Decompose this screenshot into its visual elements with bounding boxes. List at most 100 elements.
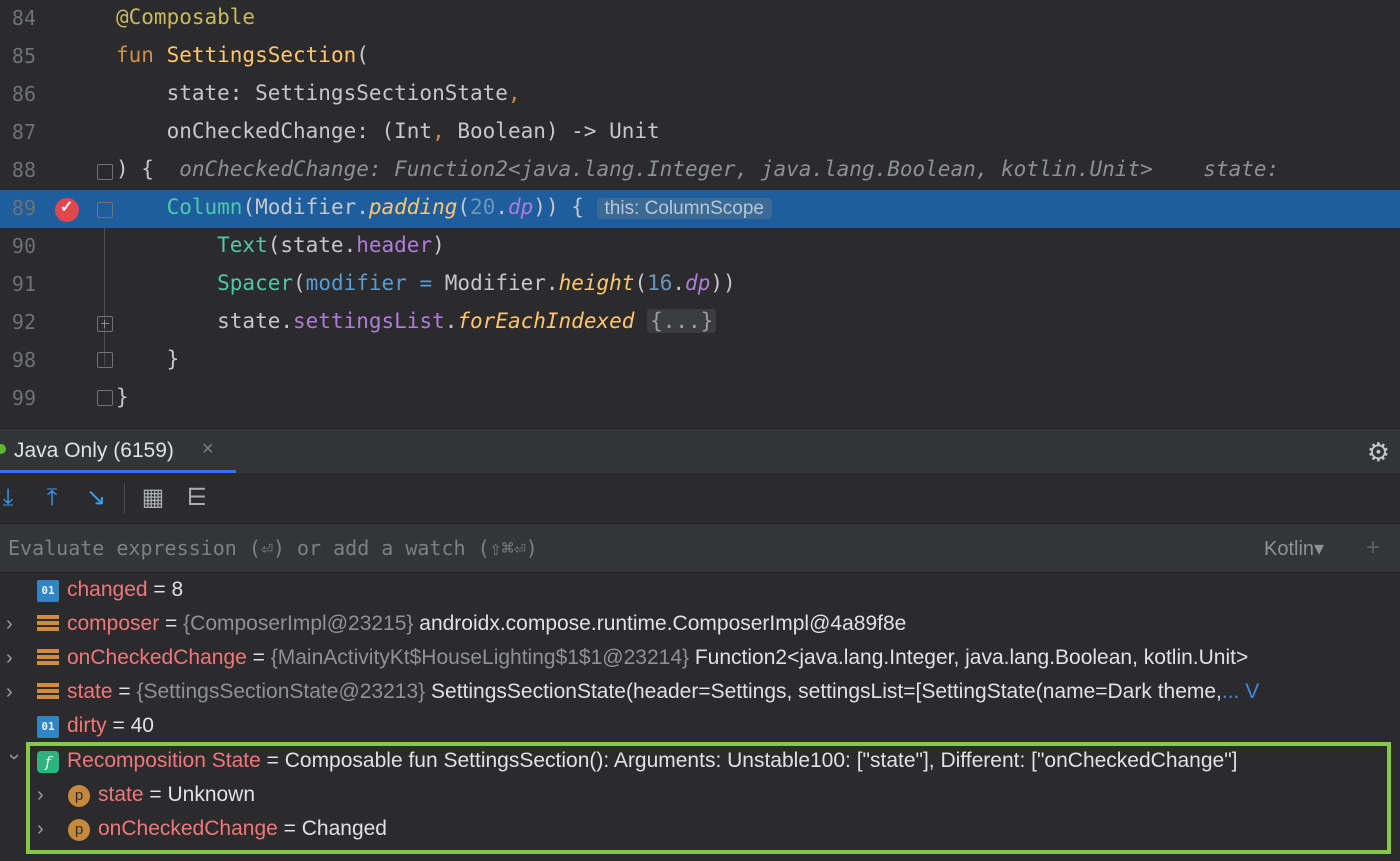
code-line-87[interactable]: 87 onCheckedChange: (Int, Boolean) -> Un… bbox=[0, 114, 1400, 152]
variable-object-id: {MainActivityKt$HouseLighting$1$1@23214} bbox=[270, 646, 695, 669]
variable-row-param-oncheckedchange[interactable]: › p onCheckedChange = Changed bbox=[0, 814, 1400, 848]
fold-end-icon[interactable] bbox=[97, 352, 113, 368]
variable-row-recomposition-state[interactable]: › f Recomposition State = Composable fun… bbox=[0, 746, 1400, 780]
code-token: ) { bbox=[116, 157, 180, 181]
primitive-variable-icon: 01 bbox=[37, 580, 59, 602]
line-number: 91 bbox=[11, 272, 36, 296]
line-number: 98 bbox=[11, 348, 36, 372]
code-text: state: SettingsSectionState, bbox=[116, 81, 521, 105]
code-token: (state. bbox=[267, 233, 357, 257]
code-line-91[interactable]: 91 Spacer(modifier = Modifier.height(16.… bbox=[0, 266, 1400, 304]
code-line-86[interactable]: 86 state: SettingsSectionState, bbox=[0, 76, 1400, 114]
line-number: 92 bbox=[11, 310, 36, 334]
code-text: Spacer(modifier = Modifier.height(16.dp)… bbox=[116, 271, 736, 295]
code-token: height bbox=[558, 271, 635, 295]
variable-value: androidx.compose.runtime.ComposerImpl@4a… bbox=[419, 612, 907, 635]
evaluate-expression-input[interactable] bbox=[8, 536, 1208, 560]
line-number: 89 bbox=[11, 196, 36, 220]
chevron-right-icon[interactable]: › bbox=[6, 681, 22, 704]
line-number: 86 bbox=[11, 82, 36, 106]
code-text: fun SettingsSection( bbox=[116, 43, 369, 67]
gear-icon[interactable]: ⚙ bbox=[1367, 437, 1390, 468]
code-line-85[interactable]: 85 fun SettingsSection( bbox=[0, 38, 1400, 76]
code-editor[interactable]: 84 @Composable 85 fun SettingsSection( 8… bbox=[0, 0, 1400, 428]
line-number: 88 bbox=[11, 158, 36, 182]
code-token: modifier bbox=[305, 271, 407, 295]
line-number: 85 bbox=[11, 44, 36, 68]
code-text: Column(Modifier.padding(20.dp)) { this: … bbox=[116, 195, 772, 220]
code-token: ( bbox=[356, 43, 369, 67]
variable-name: state bbox=[98, 783, 144, 806]
code-token: . bbox=[444, 309, 458, 333]
variable-name: Recomposition State bbox=[67, 749, 261, 772]
step-out-icon[interactable]: ⤒ bbox=[36, 482, 68, 514]
code-line-92[interactable]: 92 state.settingsList.forEachIndexed {..… bbox=[0, 304, 1400, 342]
code-token: Boolean) -> Unit bbox=[457, 119, 660, 143]
trace-current-stream-icon[interactable]: ⋿ bbox=[181, 482, 213, 514]
add-watch-icon[interactable]: + bbox=[1366, 534, 1380, 562]
chevron-down-icon[interactable]: › bbox=[3, 754, 26, 770]
toolbar-divider bbox=[124, 483, 125, 513]
code-line-90[interactable]: 90 Text(state.header) bbox=[0, 228, 1400, 266]
parameter-icon: p bbox=[68, 785, 90, 807]
variable-value: Composable fun SettingsSection(): Argume… bbox=[284, 749, 1238, 772]
variable-value: Function2<java.lang.Integer, java.lang.B… bbox=[694, 646, 1249, 669]
fold-collapse-icon[interactable] bbox=[97, 202, 113, 218]
code-text: Text(state.header) bbox=[116, 233, 445, 257]
chevron-right-icon[interactable]: › bbox=[6, 613, 22, 636]
tab-java-only[interactable]: Java Only (6159) × bbox=[0, 429, 236, 474]
code-token: fun bbox=[116, 43, 167, 67]
code-token: )) bbox=[710, 271, 736, 295]
parameter-icon: p bbox=[68, 819, 90, 841]
code-line-89-current[interactable]: 89 Column(Modifier.padding(20.dp)) { thi… bbox=[0, 190, 1400, 228]
variable-value: 8 bbox=[171, 578, 184, 601]
code-token: 20 bbox=[470, 195, 496, 219]
code-token: ( bbox=[293, 271, 306, 295]
code-token: } bbox=[116, 347, 180, 371]
evaluate-expression-icon[interactable]: ▦ bbox=[137, 482, 169, 514]
code-line-98[interactable]: 98 } bbox=[0, 342, 1400, 380]
code-token: Modifier. bbox=[432, 271, 559, 295]
code-token: state. bbox=[116, 309, 294, 333]
close-icon[interactable]: × bbox=[202, 438, 214, 461]
fold-collapse-icon[interactable] bbox=[97, 164, 113, 180]
view-more-link[interactable]: ... V bbox=[1222, 680, 1259, 703]
fold-end-icon[interactable] bbox=[97, 390, 113, 406]
object-variable-icon bbox=[37, 648, 59, 670]
variable-row-changed[interactable]: 01 changed = 8 bbox=[0, 575, 1400, 609]
variable-row-param-state[interactable]: › p state = Unknown bbox=[0, 780, 1400, 814]
language-select[interactable]: Kotlin▾ bbox=[1264, 536, 1324, 561]
fold-expand-icon[interactable] bbox=[97, 316, 113, 332]
code-line-88[interactable]: 88 ) { onCheckedChange: Function2<java.l… bbox=[0, 152, 1400, 190]
code-token[interactable]: {...} bbox=[647, 309, 717, 333]
code-token: settingsList bbox=[293, 309, 445, 333]
code-token: (Modifier. bbox=[242, 195, 369, 219]
variable-row-dirty[interactable]: 01 dirty = 40 bbox=[0, 711, 1400, 745]
code-text: } bbox=[116, 385, 129, 409]
chevron-right-icon[interactable]: › bbox=[37, 818, 53, 841]
variable-row-state[interactable]: › state = {SettingsSectionState@23213} S… bbox=[0, 677, 1400, 711]
line-number: 99 bbox=[11, 386, 36, 410]
code-line-99[interactable]: 99 } bbox=[0, 380, 1400, 418]
code-token: = bbox=[419, 271, 433, 295]
run-to-cursor-icon[interactable]: ↘ bbox=[80, 482, 112, 514]
breakpoint-icon[interactable] bbox=[55, 197, 79, 222]
code-token: forEachIndexed bbox=[457, 309, 635, 333]
code-token: header bbox=[356, 233, 433, 257]
code-token: )) { bbox=[533, 195, 597, 219]
chevron-right-icon[interactable]: › bbox=[37, 784, 53, 807]
variable-equals: = bbox=[147, 578, 172, 601]
step-into-icon[interactable]: ⤓ bbox=[0, 482, 24, 514]
variable-name: changed bbox=[67, 578, 148, 601]
chevron-right-icon[interactable]: › bbox=[6, 647, 22, 670]
function-variable-icon: f bbox=[37, 751, 59, 773]
variable-equals: = bbox=[260, 749, 285, 772]
code-token: dp bbox=[685, 271, 711, 295]
variable-row-composer[interactable]: › composer = {ComposerImpl@23215} androi… bbox=[0, 609, 1400, 643]
code-token: this: ColumnScope bbox=[596, 198, 772, 219]
code-line-84[interactable]: 84 @Composable bbox=[0, 0, 1400, 38]
variable-equals: = bbox=[246, 646, 271, 669]
variable-row-oncheckedchange[interactable]: › onCheckedChange = {MainActivityKt$Hous… bbox=[0, 643, 1400, 677]
code-token: padding bbox=[368, 195, 458, 219]
code-text: ) { onCheckedChange: Function2<java.lang… bbox=[116, 157, 1292, 181]
